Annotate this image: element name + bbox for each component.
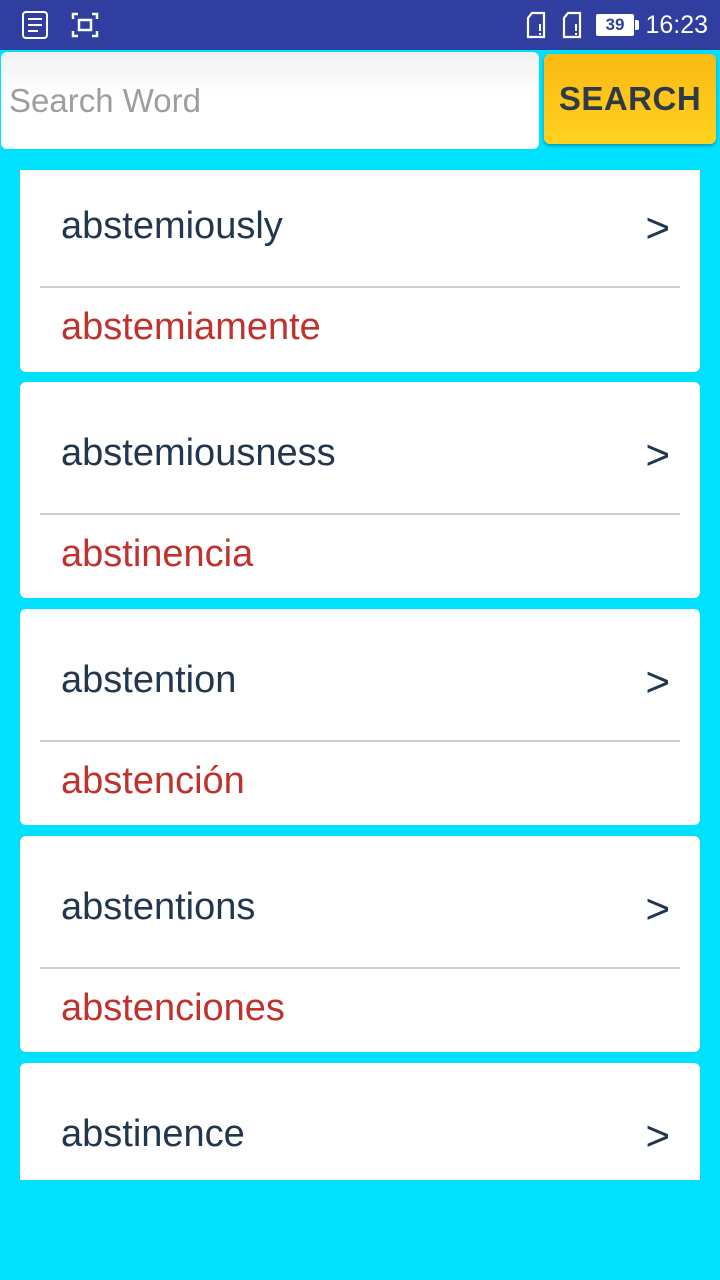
chevron-right-icon[interactable]: > <box>645 885 670 933</box>
battery-icon: 39 <box>596 14 639 36</box>
translation-text: abstemiamente <box>61 306 321 348</box>
result-card[interactable]: abstention > abstención <box>20 609 700 825</box>
divider <box>40 740 680 742</box>
translation-text: abstención <box>61 760 245 802</box>
word-text: abstention <box>61 659 237 701</box>
chevron-right-icon[interactable]: > <box>645 204 670 252</box>
chevron-right-icon[interactable]: > <box>645 431 670 479</box>
results-list[interactable]: abstemiously > abstemiamente abstemiousn… <box>20 170 700 1180</box>
translation-text: abstinencia <box>61 533 254 575</box>
clock: 16:23 <box>645 11 708 39</box>
translation-text: abstenciones <box>61 987 285 1029</box>
battery-level: 39 <box>605 15 625 34</box>
notes-app-icon <box>20 10 50 40</box>
chevron-right-icon[interactable]: > <box>645 658 670 706</box>
sim-card-icon <box>522 10 552 40</box>
result-card[interactable]: abstentions > abstenciones <box>20 836 700 1052</box>
search-button[interactable]: SEARCH <box>544 54 716 144</box>
status-bar: 39 16:23 <box>0 0 720 50</box>
word-text: abstentions <box>61 886 256 928</box>
word-text: abstemiously <box>61 205 283 247</box>
divider <box>40 513 680 515</box>
word-text: abstinence <box>61 1113 245 1155</box>
screenshot-icon <box>70 10 100 40</box>
result-card[interactable]: abstinence > <box>20 1063 700 1180</box>
sim-card-icon <box>558 10 588 40</box>
chevron-right-icon[interactable]: > <box>645 1112 670 1160</box>
divider <box>40 967 680 969</box>
result-card[interactable]: abstemiously > abstemiamente <box>20 170 700 372</box>
result-card[interactable]: abstemiousness > abstinencia <box>20 382 700 598</box>
divider <box>40 286 680 288</box>
search-input[interactable] <box>1 52 539 149</box>
word-text: abstemiousness <box>61 432 336 474</box>
